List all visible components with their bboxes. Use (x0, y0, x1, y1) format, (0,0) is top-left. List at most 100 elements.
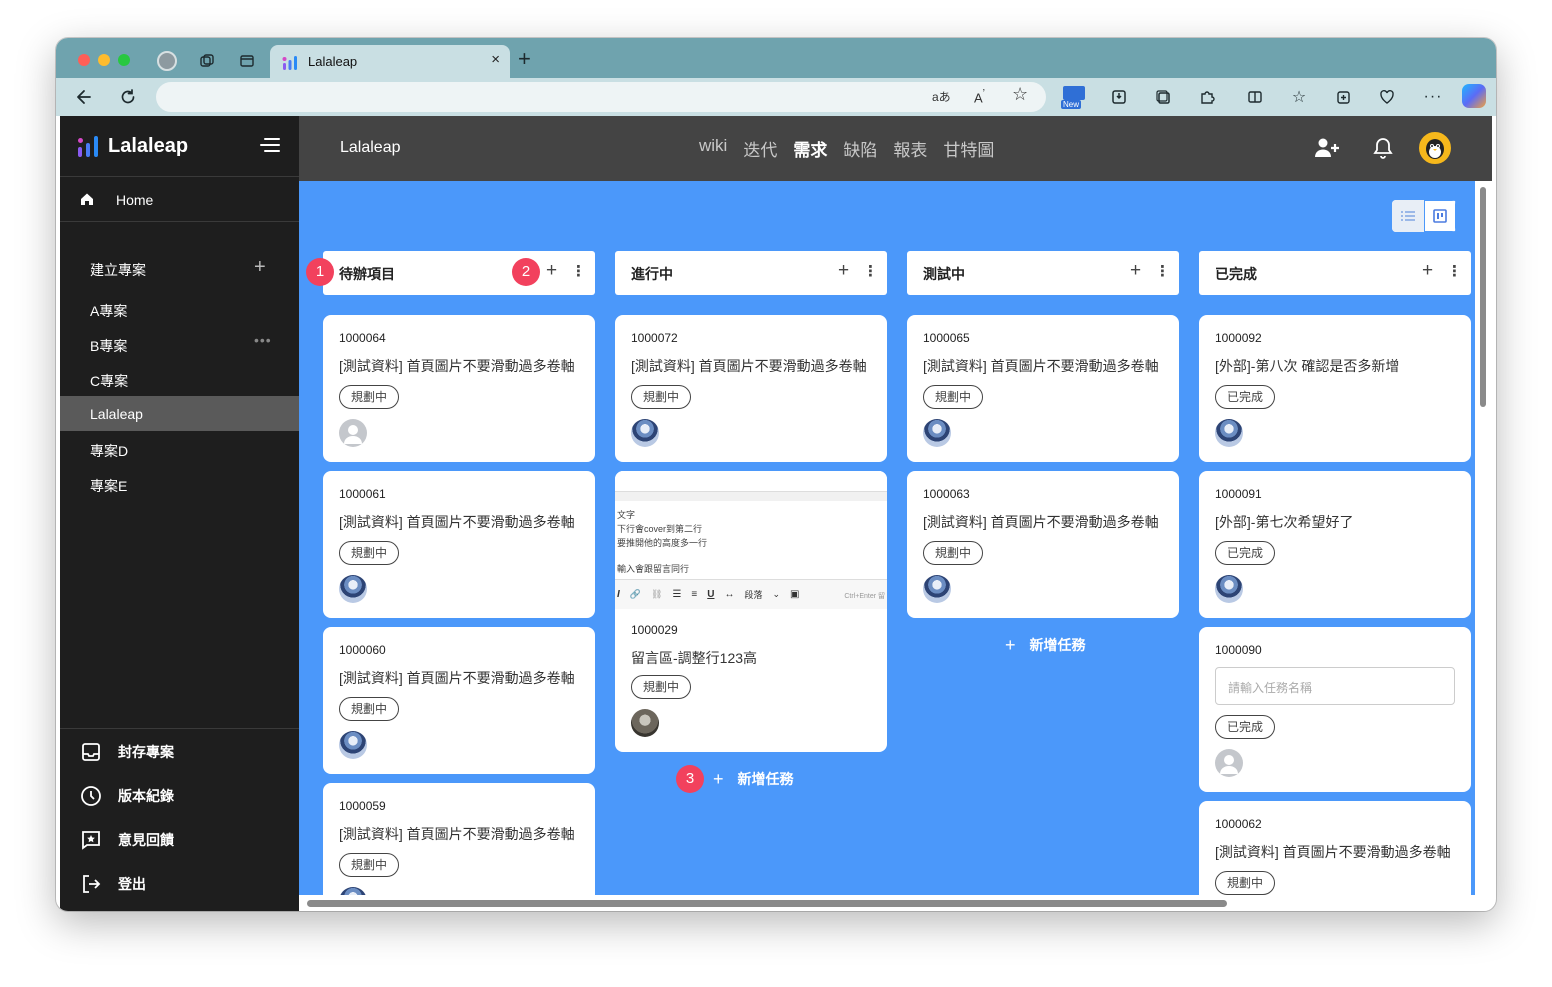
extension-new-icon[interactable]: New (1061, 84, 1085, 110)
chevron-down-icon[interactable]: ⌄ (773, 589, 781, 600)
task-card[interactable]: 1000065 [測試資料] 首頁圖片不要滑動過多卷軸 規劃中 (907, 315, 1179, 462)
unlink-icon[interactable]: ⛓ (651, 589, 662, 600)
bullet-list-icon[interactable]: ☰ (672, 589, 681, 600)
horizontal-icon[interactable]: ↔ (724, 589, 734, 600)
assignee-avatar[interactable] (923, 575, 951, 603)
add-task-button[interactable]: + 新增任務 (1005, 633, 1086, 657)
close-window-button[interactable] (78, 54, 90, 66)
assignee-avatar[interactable] (631, 709, 659, 737)
status-badge[interactable]: 已完成 (1215, 715, 1275, 739)
task-card-with-comment[interactable]: 文字 下行會cover到第二行 要推開他的高度多一行 輸入會跟留言同行 I 🔗 … (615, 471, 887, 752)
status-badge[interactable]: 規劃中 (631, 675, 691, 699)
user-avatar[interactable] (1419, 132, 1451, 164)
column-more-icon[interactable]: ⋮ (863, 262, 878, 280)
sidebar-item-archived[interactable]: 封存專案 (60, 730, 299, 774)
profile-icon[interactable] (156, 50, 178, 72)
scroll-thumb[interactable] (307, 900, 1227, 907)
task-card[interactable]: 1000060 [測試資料] 首頁圖片不要滑動過多卷軸 規劃中 (323, 627, 595, 774)
more-icon[interactable]: ··· (1422, 86, 1444, 108)
column-add-icon[interactable]: + (546, 260, 557, 282)
copilot-icon[interactable] (1462, 84, 1486, 108)
split-screen-icon[interactable] (1244, 86, 1266, 108)
nav-reports[interactable]: 報表 (893, 136, 927, 161)
sidebar-item-project-c[interactable]: C專案 (60, 361, 299, 396)
status-badge[interactable]: 規劃中 (339, 385, 399, 409)
translate-icon[interactable]: aあ (932, 88, 951, 105)
nav-wiki[interactable]: wiki (699, 136, 727, 161)
task-card[interactable]: 1000059 [測試資料] 首頁圖片不要滑動過多卷軸 規劃中 (323, 783, 595, 911)
status-badge[interactable]: 已完成 (1215, 541, 1275, 565)
browser-essentials-icon[interactable] (1376, 86, 1398, 108)
workspaces-icon[interactable] (196, 50, 218, 72)
tab-lalaleap[interactable]: Lalaleap × (270, 45, 510, 79)
italic-icon[interactable]: I (617, 589, 620, 600)
assignee-avatar[interactable] (339, 731, 367, 759)
add-member-icon[interactable] (1313, 134, 1341, 162)
vertical-scrollbar[interactable] (1475, 181, 1492, 911)
assignee-avatar[interactable] (1215, 575, 1243, 603)
scroll-thumb[interactable] (1480, 187, 1486, 407)
status-badge[interactable]: 已完成 (1215, 385, 1275, 409)
sidebar-item-logout[interactable]: 登出 (60, 862, 299, 906)
favorites-icon[interactable]: ☆ (1288, 86, 1310, 108)
column-add-icon[interactable]: + (838, 260, 849, 282)
reload-icon[interactable] (116, 85, 140, 109)
status-badge[interactable]: 規劃中 (631, 385, 691, 409)
underline-icon[interactable]: U (707, 589, 714, 600)
extension-icon[interactable] (1108, 86, 1130, 108)
more-dots-icon[interactable]: ••• (254, 332, 272, 348)
board-view-icon[interactable] (1424, 200, 1456, 232)
link-icon[interactable]: 🔗 (630, 589, 641, 600)
add-task-button[interactable]: + 新增任務 (713, 767, 794, 791)
sidebar-item-version-history[interactable]: 版本紀錄 (60, 774, 299, 818)
column-more-icon[interactable]: ⋮ (1447, 262, 1462, 280)
paragraph-select[interactable]: 段落 (744, 588, 762, 601)
task-card-editing[interactable]: 1000090 請輸入任務名稱 已完成 (1199, 627, 1471, 792)
sidebar-item-project-d[interactable]: 專案D (60, 431, 299, 466)
status-badge[interactable]: 規劃中 (923, 541, 983, 565)
sidebar-item-project-b[interactable]: B專案 ••• (60, 326, 299, 361)
task-card[interactable]: 1000063 [測試資料] 首頁圖片不要滑動過多卷軸 規劃中 (907, 471, 1179, 618)
menu-collapse-icon[interactable] (260, 136, 280, 154)
status-badge[interactable]: 規劃中 (923, 385, 983, 409)
sidebar-item-lalaleap[interactable]: Lalaleap (60, 396, 299, 431)
bell-icon[interactable] (1369, 134, 1397, 162)
status-badge[interactable]: 規劃中 (339, 853, 399, 877)
column-more-icon[interactable]: ⋮ (1155, 262, 1170, 280)
column-more-icon[interactable]: ⋮ (571, 262, 586, 280)
sidebar-item-project-e[interactable]: 專案E (60, 466, 299, 501)
assignee-avatar[interactable] (923, 419, 951, 447)
tab-actions-icon[interactable] (236, 50, 258, 72)
numbered-list-icon[interactable]: ≡ (691, 589, 697, 600)
nav-defects[interactable]: 缺陷 (843, 136, 877, 161)
sidebar-item-feedback[interactable]: 意見回饋 (60, 818, 299, 862)
assignee-avatar[interactable] (1215, 419, 1243, 447)
column-add-icon[interactable]: + (1422, 260, 1433, 282)
assignee-avatar[interactable] (631, 419, 659, 447)
task-card[interactable]: 1000064 [測試資料] 首頁圖片不要滑動過多卷軸 規劃中 (323, 315, 595, 462)
task-name-input[interactable]: 請輸入任務名稱 (1215, 667, 1455, 705)
favorite-star-icon[interactable]: ☆ (1012, 84, 1028, 105)
task-card[interactable]: 1000091 [外部]-第七次希望好了 已完成 (1199, 471, 1471, 618)
task-card[interactable]: 1000072 [測試資料] 首頁圖片不要滑動過多卷軸 規劃中 (615, 315, 887, 462)
nav-iteration[interactable]: 迭代 (743, 136, 777, 161)
create-project-plus-icon[interactable]: + (254, 256, 266, 279)
sidebar-item-project-a[interactable]: A專案 (60, 291, 299, 326)
assignee-avatar[interactable] (339, 575, 367, 603)
task-card[interactable]: 1000092 [外部]-第八次 確認是否多新增 已完成 (1199, 315, 1471, 462)
assignee-avatar[interactable] (1215, 749, 1243, 777)
column-add-icon[interactable]: + (1130, 260, 1141, 282)
extensions-puzzle-icon[interactable] (1196, 86, 1218, 108)
minimize-window-button[interactable] (98, 54, 110, 66)
sidebar-item-home[interactable]: Home (60, 178, 299, 222)
image-icon[interactable]: ▣ (790, 589, 799, 600)
read-aloud-icon[interactable]: Aʼ (974, 88, 985, 105)
list-view-icon[interactable] (1392, 200, 1424, 232)
zoom-window-button[interactable] (118, 54, 130, 66)
collections-icon[interactable] (1152, 86, 1174, 108)
new-tab-button[interactable]: + (518, 47, 531, 71)
task-card[interactable]: 1000061 [測試資料] 首頁圖片不要滑動過多卷軸 規劃中 (323, 471, 595, 618)
brand[interactable]: Lalaleap (78, 134, 188, 158)
nav-requirements[interactable]: 需求 (793, 136, 827, 161)
horizontal-scrollbar[interactable] (299, 895, 1475, 911)
